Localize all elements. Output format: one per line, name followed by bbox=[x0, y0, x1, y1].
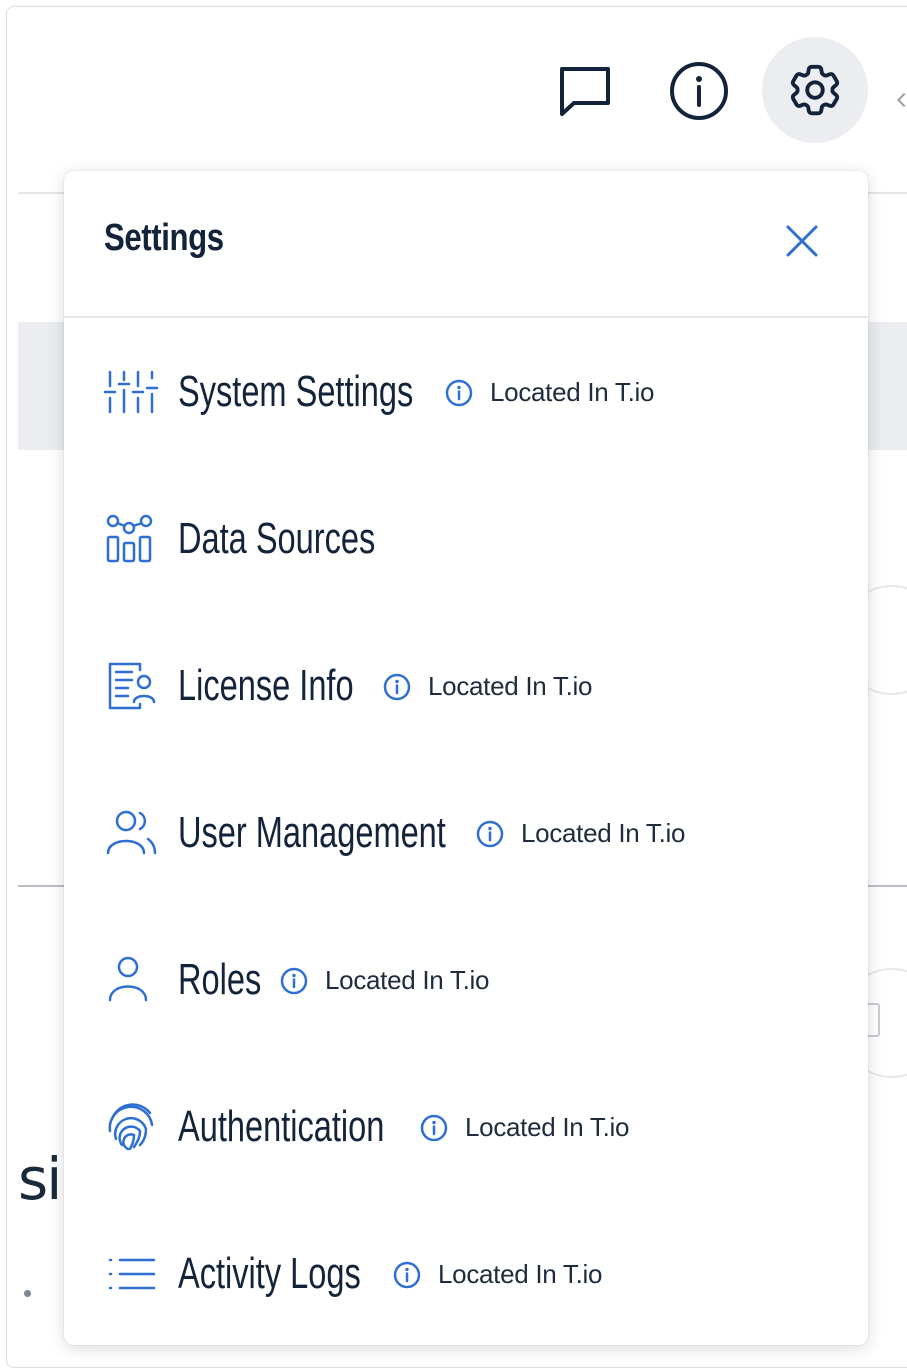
menu-item-system-settings[interactable]: System Settings bbox=[104, 362, 496, 422]
note-text: Located In T.io bbox=[438, 1259, 603, 1289]
settings-button[interactable] bbox=[762, 37, 868, 143]
info-icon bbox=[279, 966, 309, 996]
close-button[interactable] bbox=[782, 221, 822, 261]
menu-item-authentication[interactable]: Authentication bbox=[104, 1097, 457, 1157]
gear-icon bbox=[790, 64, 840, 116]
note-text: Located In T.io bbox=[325, 965, 490, 995]
note-text: Located In T.io bbox=[465, 1112, 630, 1142]
chat-button[interactable] bbox=[552, 58, 618, 124]
menu-item-label: Authentication bbox=[178, 1102, 385, 1151]
info-icon bbox=[392, 1260, 422, 1290]
info-icon bbox=[670, 62, 728, 120]
close-icon bbox=[786, 225, 818, 257]
chat-icon bbox=[560, 67, 610, 116]
background-bullet bbox=[24, 1290, 31, 1297]
note-text: Located In T.io bbox=[428, 671, 593, 701]
panel-title: Settings bbox=[104, 217, 224, 259]
menu-item-roles[interactable]: Roles bbox=[104, 950, 291, 1010]
menu-item-license-info[interactable]: License Info bbox=[104, 656, 415, 716]
info-icon bbox=[444, 378, 474, 408]
menu-item-label: User Management bbox=[178, 808, 446, 857]
menu-item-data-sources[interactable]: Data Sources bbox=[104, 509, 445, 569]
menu-item-label: Roles bbox=[178, 955, 262, 1004]
settings-header: Settings bbox=[64, 171, 868, 318]
located-note: Located In T.io bbox=[444, 377, 654, 408]
located-note: Located In T.io bbox=[279, 965, 489, 996]
fingerprint-icon bbox=[104, 1099, 160, 1155]
list-icon bbox=[104, 1246, 160, 1302]
menu-item-activity-logs[interactable]: Activity Logs bbox=[104, 1244, 425, 1304]
info-icon bbox=[475, 819, 505, 849]
menu-item-label: License Info bbox=[178, 661, 354, 710]
located-note: Located In T.io bbox=[382, 671, 592, 702]
menu-item-label: Data Sources bbox=[178, 514, 376, 563]
info-icon bbox=[419, 1113, 449, 1143]
license-icon bbox=[104, 658, 160, 714]
users-icon bbox=[104, 805, 160, 861]
menu-item-label: Activity Logs bbox=[178, 1249, 361, 1298]
user-icon bbox=[104, 952, 160, 1008]
located-note: Located In T.io bbox=[475, 818, 685, 849]
info-button[interactable] bbox=[666, 58, 732, 124]
background-heading: si bbox=[18, 1150, 62, 1208]
data-sources-icon bbox=[104, 511, 160, 567]
located-note: Located In T.io bbox=[419, 1112, 629, 1143]
note-text: Located In T.io bbox=[490, 377, 655, 407]
menu-item-label: System Settings bbox=[178, 367, 414, 416]
sliders-icon bbox=[104, 364, 160, 420]
info-icon bbox=[382, 672, 412, 702]
located-note: Located In T.io bbox=[392, 1259, 602, 1290]
settings-panel: Settings System Settings Located In T.io… bbox=[64, 171, 868, 1345]
note-text: Located In T.io bbox=[521, 818, 686, 848]
